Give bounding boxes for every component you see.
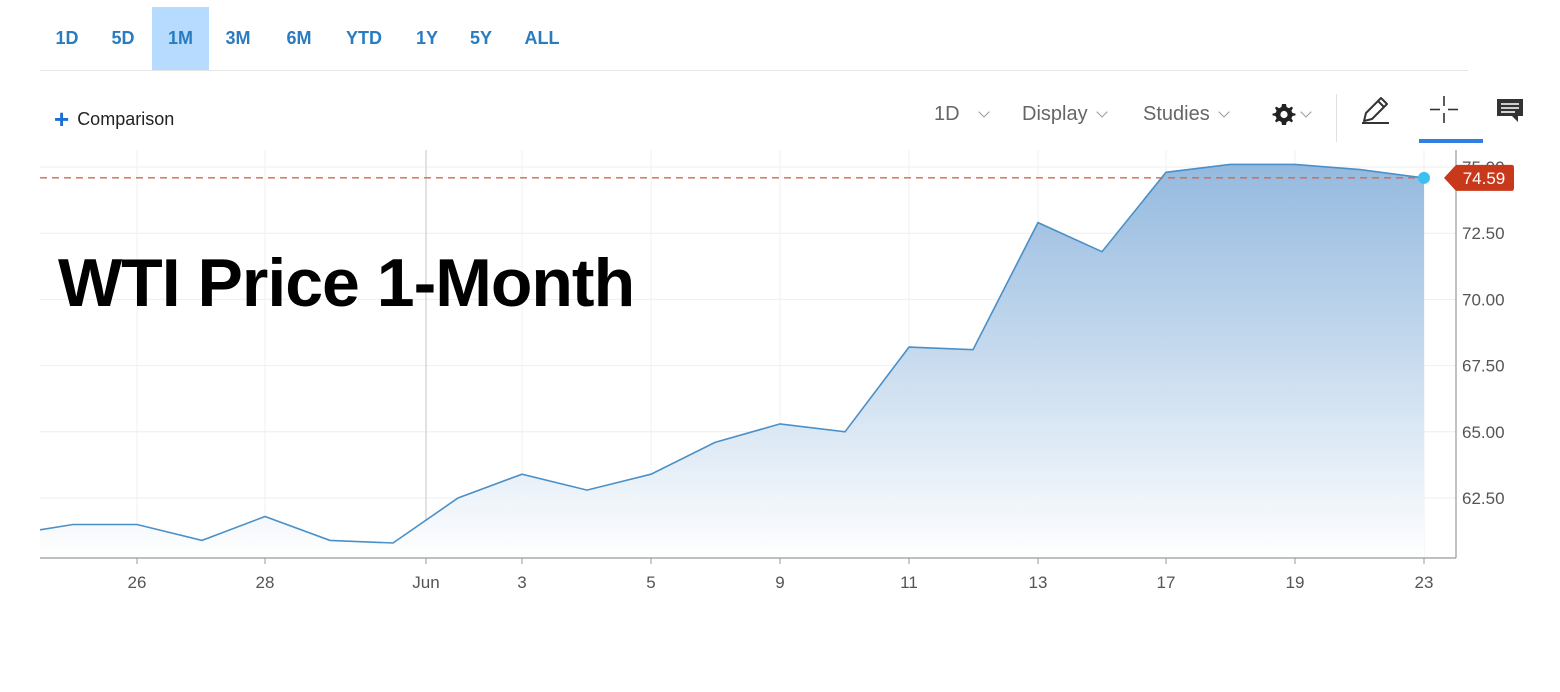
data-point xyxy=(1292,161,1298,167)
price-area xyxy=(40,164,1424,558)
x-tick-label: 26 xyxy=(128,573,147,592)
y-tick-label: 62.50 xyxy=(1462,489,1505,508)
chart-title-overlay: WTI Price 1-Month xyxy=(58,245,635,321)
y-axis: 62.5065.0067.5070.0072.5075.00 xyxy=(1455,150,1505,558)
x-tick-label: 9 xyxy=(775,573,784,592)
last-price-label: 74.59 xyxy=(1463,169,1506,188)
x-tick-label: 28 xyxy=(256,573,275,592)
data-point xyxy=(1357,167,1363,173)
data-point xyxy=(777,421,783,427)
data-point xyxy=(455,495,461,501)
data-point xyxy=(1227,161,1233,167)
data-point xyxy=(327,537,333,543)
data-point xyxy=(37,527,43,533)
y-tick-label: 72.50 xyxy=(1462,224,1505,243)
data-point xyxy=(199,537,205,543)
x-tick-label: 23 xyxy=(1415,573,1434,592)
price-chart[interactable]: 62.5065.0067.5070.0072.5075.00 2628Jun35… xyxy=(0,0,1560,692)
data-point xyxy=(519,471,525,477)
last-price-point xyxy=(1418,171,1430,184)
data-point xyxy=(970,347,976,353)
data-point xyxy=(262,514,268,520)
x-axis: 26 28 Jun 3 5 9 11 13 17 19 23 xyxy=(40,557,1456,592)
x-tick-label: 19 xyxy=(1286,573,1305,592)
x-tick-label: 5 xyxy=(646,573,655,592)
x-tick-label: Jun xyxy=(412,573,439,592)
data-point xyxy=(1035,220,1041,226)
y-tick-label: 67.50 xyxy=(1462,357,1505,376)
data-point xyxy=(584,487,590,493)
data-point xyxy=(70,522,76,528)
x-tick-label: 13 xyxy=(1029,573,1048,592)
data-point xyxy=(712,439,718,445)
data-point xyxy=(1099,249,1105,255)
x-tick-label: 17 xyxy=(1157,573,1176,592)
data-point xyxy=(906,344,912,350)
data-point xyxy=(842,429,848,435)
x-tick-label: 3 xyxy=(517,573,526,592)
data-point xyxy=(1163,169,1169,175)
data-point xyxy=(390,540,396,546)
y-tick-label: 70.00 xyxy=(1462,290,1505,309)
data-point xyxy=(134,522,140,528)
x-tick-label: 11 xyxy=(900,573,918,592)
data-point xyxy=(648,471,654,477)
y-tick-label: 65.00 xyxy=(1462,423,1505,442)
